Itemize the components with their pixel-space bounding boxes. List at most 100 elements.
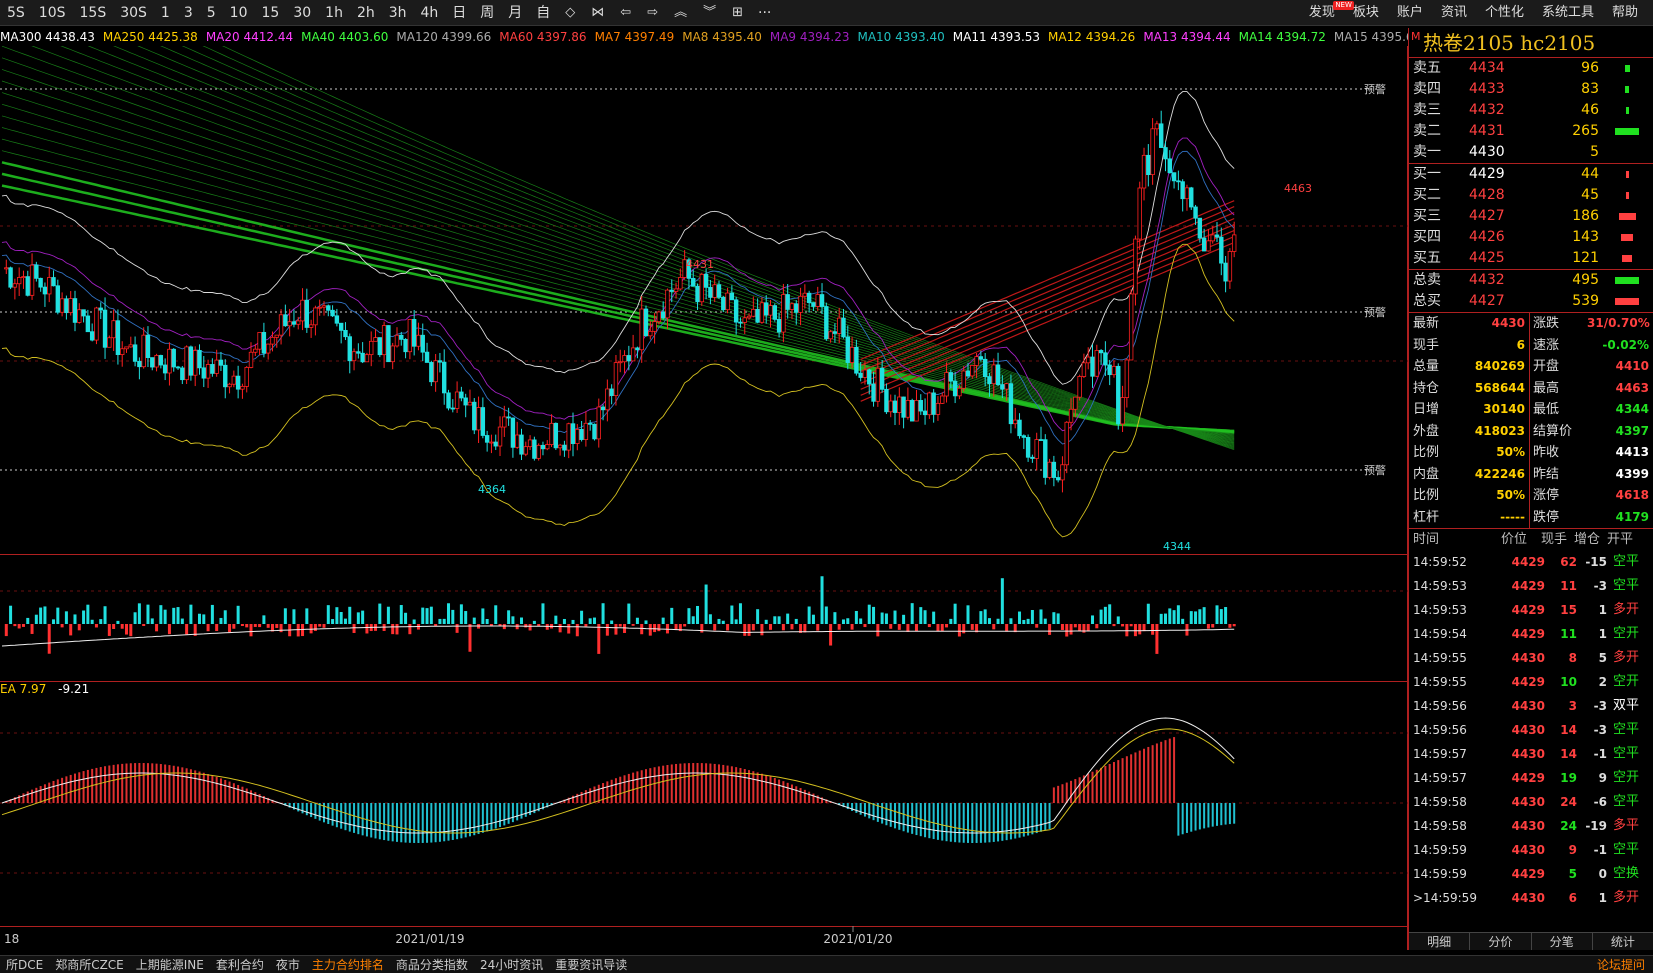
- trade-row[interactable]: 14:59:55 4430 8 5 多开: [1409, 646, 1653, 670]
- volume-bar: [790, 624, 794, 630]
- period-4-button[interactable]: 1: [154, 0, 177, 26]
- forum-link[interactable]: 论坛提问: [1597, 956, 1645, 973]
- menu-item-5[interactable]: 系统工具: [1533, 0, 1603, 26]
- orderbook-row[interactable]: 买三 4427 186: [1409, 206, 1653, 227]
- layout-icon[interactable]: ⊞: [724, 0, 751, 26]
- orderbook-price[interactable]: 4433: [1469, 79, 1505, 100]
- candle-body: [970, 364, 975, 377]
- menu-item-0[interactable]: 发现 NEW: [1300, 0, 1354, 26]
- trade-row[interactable]: 14:59:57 4430 14 -1 空平: [1409, 742, 1653, 766]
- menu-item-3[interactable]: 资讯: [1432, 0, 1476, 26]
- period-9-button[interactable]: 30: [286, 0, 318, 26]
- tab-3[interactable]: 统计: [1593, 933, 1653, 950]
- trade-row[interactable]: 14:59:58 4430 24 -6 空平: [1409, 790, 1653, 814]
- bottom-tab-5[interactable]: 主力合约排名: [306, 956, 390, 973]
- bowtie-icon[interactable]: ⋈: [583, 0, 612, 26]
- period-13-button[interactable]: 4h: [414, 0, 446, 26]
- trade-row[interactable]: 14:59:53 4429 11 -3 空平: [1409, 574, 1653, 598]
- period-10-button[interactable]: 1h: [318, 0, 350, 26]
- orderbook-row[interactable]: 卖五 4434 96: [1409, 58, 1653, 79]
- period-11-button[interactable]: 2h: [350, 0, 382, 26]
- menu-item-4[interactable]: 个性化: [1476, 0, 1533, 26]
- trade-row[interactable]: 14:59:56 4430 14 -3 空平: [1409, 718, 1653, 742]
- arrow-left-icon[interactable]: ⇦: [612, 0, 639, 26]
- volume-bar: [1211, 624, 1215, 628]
- tab-2[interactable]: 分笔: [1532, 933, 1593, 950]
- more-button[interactable]: ···: [751, 0, 778, 26]
- period-6-button[interactable]: 5: [200, 0, 223, 26]
- orderbook-row[interactable]: 总卖 4432 495: [1409, 270, 1653, 291]
- menu-item-2[interactable]: 账户: [1388, 0, 1432, 26]
- orderbook-row[interactable]: 卖一 4430 5: [1409, 142, 1653, 163]
- trade-row[interactable]: 14:59:53 4429 15 1 多开: [1409, 598, 1653, 622]
- orderbook-price[interactable]: 4430: [1469, 142, 1505, 163]
- diamond-icon[interactable]: ◇: [557, 0, 583, 26]
- tab-0[interactable]: 明细: [1409, 933, 1471, 950]
- trade-time: 14:59:52: [1413, 555, 1467, 569]
- period-16-button[interactable]: 月: [501, 0, 529, 26]
- volume-bar: [687, 608, 691, 624]
- orderbook-price[interactable]: 4432: [1469, 100, 1505, 121]
- bottom-tab-0[interactable]: 所DCE: [0, 956, 49, 973]
- bottom-tab-4[interactable]: 夜市: [270, 956, 306, 973]
- trade-row[interactable]: 14:59:56 4430 3 -3 双平: [1409, 694, 1653, 718]
- period-1-button[interactable]: 10S: [32, 0, 73, 26]
- orderbook-row[interactable]: 卖三 4432 46: [1409, 100, 1653, 121]
- orderbook-row[interactable]: 买四 4426 143: [1409, 227, 1653, 248]
- orderbook-price[interactable]: 4429: [1469, 164, 1505, 185]
- orderbook-price[interactable]: 4426: [1469, 227, 1505, 248]
- orderbook-price[interactable]: 4428: [1469, 185, 1505, 206]
- chart-area[interactable]: 预警 预警 预警 4463 4431 4364 4344 18 2021/01/19 2021/0…: [0, 46, 1408, 950]
- orderbook-price[interactable]: 4432: [1469, 270, 1505, 291]
- tab-1[interactable]: 分价: [1470, 933, 1532, 950]
- trade-row[interactable]: 14:59:59 4430 9 -1 空平: [1409, 838, 1653, 862]
- macd-bar: [490, 803, 493, 831]
- period-2-button[interactable]: 15S: [73, 0, 114, 26]
- bottom-tab-2[interactable]: 上期能源INE: [130, 956, 210, 973]
- period-8-button[interactable]: 15: [255, 0, 287, 26]
- period-14-button[interactable]: 日: [445, 0, 473, 26]
- period-0-button[interactable]: 5S: [0, 0, 32, 26]
- bottom-tab-1[interactable]: 郑商所CZCE: [49, 956, 130, 973]
- orderbook-price[interactable]: 4427: [1469, 291, 1505, 312]
- orderbook-row[interactable]: 买五 4425 121: [1409, 248, 1653, 269]
- volume-bar: [738, 603, 742, 624]
- period-3-button[interactable]: 30S: [113, 0, 154, 26]
- arrow-right-icon[interactable]: ⇨: [639, 0, 666, 26]
- trade-row[interactable]: 14:59:52 4429 62 -15 空平: [1409, 550, 1653, 574]
- period-17-button[interactable]: 自: [529, 0, 557, 26]
- bottom-tab-7[interactable]: 24小时资讯: [474, 956, 549, 973]
- chevron-down-icon[interactable]: ︾: [695, 0, 724, 26]
- orderbook-price[interactable]: 4434: [1469, 58, 1505, 79]
- bottom-tab-8[interactable]: 重要资讯导读: [549, 956, 633, 973]
- volume-bar: [129, 624, 133, 637]
- period-15-button[interactable]: 周: [473, 0, 501, 26]
- trade-row[interactable]: 14:59:55 4429 10 2 空开: [1409, 670, 1653, 694]
- trade-row[interactable]: 14:59:54 4429 11 1 空开: [1409, 622, 1653, 646]
- orderbook-row[interactable]: 卖二 4431 265: [1409, 121, 1653, 142]
- orderbook-row[interactable]: 卖四 4433 83: [1409, 79, 1653, 100]
- orderbook-price[interactable]: 4425: [1469, 248, 1505, 269]
- trade-row[interactable]: >14:59:59 4430 6 1 多开: [1409, 886, 1653, 910]
- orderbook-row[interactable]: 总买 4427 539: [1409, 291, 1653, 312]
- bottom-tab-6[interactable]: 商品分类指数: [390, 956, 474, 973]
- menu-item-6[interactable]: 帮助: [1603, 0, 1647, 26]
- bottom-tab-3[interactable]: 套利合约: [210, 956, 270, 973]
- orderbook-price[interactable]: 4427: [1469, 206, 1505, 227]
- trade-row[interactable]: 14:59:57 4429 19 9 空开: [1409, 766, 1653, 790]
- chevron-up-icon[interactable]: ︽: [666, 0, 695, 26]
- orderbook-price[interactable]: 4431: [1469, 121, 1505, 142]
- candle-body: [351, 351, 357, 362]
- orderbook-row[interactable]: 买二 4428 45: [1409, 185, 1653, 206]
- orderbook-row[interactable]: 买一 4429 44: [1409, 164, 1653, 185]
- volume-bar: [1052, 612, 1056, 624]
- price-chart[interactable]: 预警预警预警446344314364434418 2021/01/19 2021/0…: [0, 46, 1408, 950]
- period-7-button[interactable]: 10: [223, 0, 255, 26]
- volume-bar: [13, 624, 17, 627]
- trade-row[interactable]: 14:59:58 4430 24 -19 多平: [1409, 814, 1653, 838]
- candle-body: [1051, 461, 1057, 478]
- period-12-button[interactable]: 3h: [382, 0, 414, 26]
- menu-item-1[interactable]: 板块: [1344, 0, 1388, 26]
- period-5-button[interactable]: 3: [177, 0, 200, 26]
- trade-row[interactable]: 14:59:59 4429 5 0 空换: [1409, 862, 1653, 886]
